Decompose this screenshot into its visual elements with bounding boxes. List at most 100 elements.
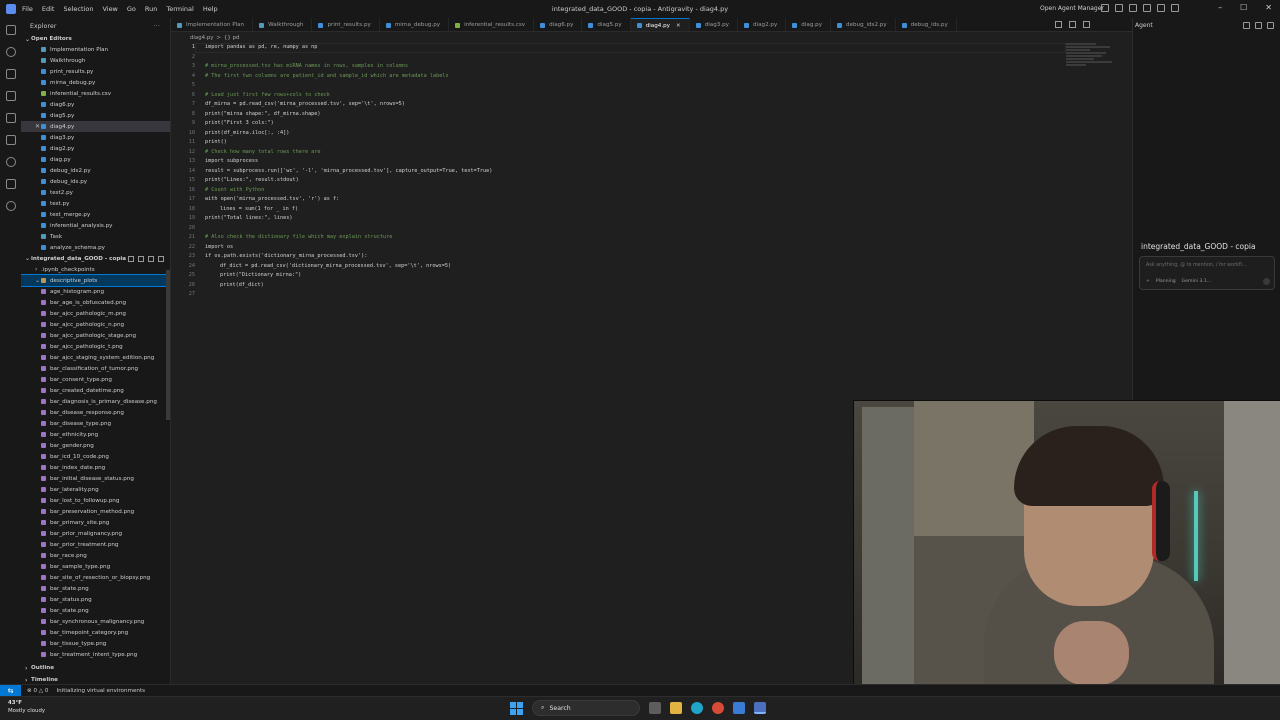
- plot-file-item[interactable]: bar_status.png: [21, 594, 170, 605]
- editor-tab[interactable]: debug_ids.py: [896, 18, 957, 31]
- editor-tab[interactable]: inferential_results.csv: [449, 18, 535, 31]
- code-line[interactable]: df_mirna = pd.read_csv('mirna_processed.…: [205, 100, 492, 110]
- source-control-icon[interactable]: [5, 69, 16, 79]
- breadcrumb-file[interactable]: diag4.py: [190, 35, 213, 41]
- code-line[interactable]: print(df_mirna.iloc[:, :4]): [205, 129, 492, 139]
- menu-edit[interactable]: Edit: [42, 5, 55, 13]
- plot-file-item[interactable]: bar_laterality.png: [21, 484, 170, 495]
- plot-file-item[interactable]: bar_primary_site.png: [21, 517, 170, 528]
- plot-file-item[interactable]: bar_state.png: [21, 605, 170, 616]
- code-line[interactable]: # The first two columns are patient_id a…: [205, 72, 492, 82]
- code-line[interactable]: # Also check the dictionary file which m…: [205, 233, 492, 243]
- open-editor-item[interactable]: debug_ids.py: [21, 176, 170, 187]
- code-line[interactable]: import subprocess: [205, 157, 492, 167]
- toggle-sidebar-icon[interactable]: [1101, 4, 1109, 12]
- history-icon[interactable]: [1255, 22, 1262, 29]
- new-chat-icon[interactable]: [1243, 22, 1250, 29]
- plot-file-item[interactable]: bar_gender.png: [21, 440, 170, 451]
- open-editor-item[interactable]: diag2.py: [21, 143, 170, 154]
- plot-file-item[interactable]: bar_synchronous_malignancy.png: [21, 616, 170, 627]
- open-editor-item[interactable]: test2.py: [21, 187, 170, 198]
- task-view-icon[interactable]: [649, 702, 661, 714]
- plot-file-item[interactable]: bar_ethnicity.png: [21, 429, 170, 440]
- code-line[interactable]: print("Total lines:", lines): [205, 214, 492, 224]
- menu-run[interactable]: Run: [145, 5, 157, 13]
- workspace-folder[interactable]: ⌄ integrated_data_GOOD - copia: [21, 253, 170, 264]
- open-editor-item[interactable]: Implementation Plan: [21, 44, 170, 55]
- open-editor-item[interactable]: Walkthrough: [21, 55, 170, 66]
- code-line[interactable]: lines = sum(1 for _ in f): [205, 205, 492, 215]
- open-editor-item[interactable]: diag6.py: [21, 99, 170, 110]
- code-line[interactable]: [205, 81, 492, 91]
- plot-file-item[interactable]: bar_consent_type.png: [21, 374, 170, 385]
- open-editor-item[interactable]: diag3.py: [21, 132, 170, 143]
- problems-indicator[interactable]: ⊗ 0 △ 0: [27, 688, 48, 694]
- code-line[interactable]: print("Lines:", result.stdout): [205, 176, 492, 186]
- code-content[interactable]: import pandas as pd, re, numpy as np # mi…: [205, 43, 492, 300]
- toggle-secondary-sidebar-icon[interactable]: [1129, 4, 1137, 12]
- code-line[interactable]: [205, 290, 492, 300]
- code-line[interactable]: # mirna_processed.tsv has miRNA names in…: [205, 62, 492, 72]
- plot-file-item[interactable]: bar_age_is_obfuscated.png: [21, 297, 170, 308]
- editor-tab[interactable]: Implementation Plan: [171, 18, 254, 31]
- menu-view[interactable]: View: [102, 5, 117, 13]
- accounts-icon[interactable]: [5, 201, 16, 211]
- open-editor-item[interactable]: analyze_schema.py: [21, 242, 170, 253]
- menu-selection[interactable]: Selection: [63, 5, 93, 13]
- extensions-icon[interactable]: [5, 135, 16, 145]
- plot-file-item[interactable]: bar_prior_treatment.png: [21, 539, 170, 550]
- plot-file-item[interactable]: bar_tissue_type.png: [21, 638, 170, 649]
- run-debug-icon[interactable]: [5, 91, 16, 101]
- close-window-icon[interactable]: ✕: [1265, 3, 1272, 12]
- editor-tab[interactable]: diag6.py: [534, 18, 583, 31]
- open-editor-item[interactable]: test.py: [21, 198, 170, 209]
- plot-file-item[interactable]: bar_treatment_intent_type.png: [21, 649, 170, 660]
- editor-tab[interactable]: Walkthrough: [253, 18, 313, 31]
- code-line[interactable]: # Check how many total rows there are: [205, 148, 492, 158]
- agent-chat-input[interactable]: Ask anything, @ to mention, / for workfl…: [1139, 256, 1275, 290]
- menu-terminal[interactable]: Terminal: [166, 5, 193, 13]
- descriptive-plots-folder[interactable]: ⌄ descriptive_plots: [21, 274, 170, 287]
- code-line[interactable]: print("mirna shape:", df_mirna.shape): [205, 110, 492, 120]
- plot-file-item[interactable]: bar_sample_type.png: [21, 561, 170, 572]
- new-folder-icon[interactable]: [138, 255, 144, 262]
- refresh-icon[interactable]: [148, 255, 154, 262]
- open-editor-item[interactable]: Task: [21, 231, 170, 242]
- code-line[interactable]: import os: [205, 243, 492, 253]
- code-line[interactable]: df_dict = pd.read_csv('dictionary_mirna_…: [205, 262, 492, 272]
- menu-go[interactable]: Go: [127, 5, 136, 13]
- testing-icon[interactable]: [5, 157, 16, 167]
- file-explorer-icon[interactable]: [670, 702, 682, 714]
- editor-tab[interactable]: mirna_debug.py: [380, 18, 450, 31]
- code-line[interactable]: print("Dictionary mirna:"): [205, 271, 492, 281]
- plot-file-item[interactable]: bar_ajcc_pathologic_stage.png: [21, 330, 170, 341]
- open-editor-item[interactable]: test_merge.py: [21, 209, 170, 220]
- open-editor-item[interactable]: ✕ diag4.py: [21, 121, 170, 132]
- collapse-all-icon[interactable]: [158, 255, 164, 262]
- search-icon[interactable]: [5, 47, 16, 57]
- code-line[interactable]: [205, 53, 492, 63]
- open-editor-item[interactable]: diag.py: [21, 154, 170, 165]
- open-agent-manager-button[interactable]: Open Agent Manager: [1040, 5, 1104, 12]
- plot-file-item[interactable]: bar_ajcc_pathologic_m.png: [21, 308, 170, 319]
- menu-file[interactable]: File: [22, 5, 33, 13]
- more-actions-icon[interactable]: [1267, 22, 1274, 29]
- plot-file-item[interactable]: bar_lost_to_followup.png: [21, 495, 170, 506]
- plot-file-item[interactable]: bar_state.png: [21, 583, 170, 594]
- remote-indicator-icon[interactable]: ⇆: [0, 684, 21, 697]
- send-icon[interactable]: [1263, 278, 1270, 285]
- code-line[interactable]: print(df_dict): [205, 281, 492, 291]
- code-line[interactable]: result = subprocess.run(['wc', '-l', 'mi…: [205, 167, 492, 177]
- outline-section[interactable]: › Outline: [21, 663, 171, 673]
- open-editors-section[interactable]: ⌄ Open Editors: [21, 34, 170, 44]
- checkpoints-folder[interactable]: › .ipynb_checkpoints: [21, 264, 170, 275]
- close-tab-icon[interactable]: ✕: [676, 23, 681, 29]
- run-file-icon[interactable]: [1055, 21, 1062, 28]
- plot-file-item[interactable]: bar_ajcc_staging_system_edition.png: [21, 352, 170, 363]
- plot-file-item[interactable]: bar_disease_type.png: [21, 418, 170, 429]
- minimize-icon[interactable]: –: [1218, 3, 1222, 12]
- code-line[interactable]: print("First 3 cols:"): [205, 119, 492, 129]
- new-file-icon[interactable]: [128, 255, 134, 262]
- remote-explorer-icon[interactable]: [5, 113, 16, 123]
- model-selector[interactable]: Gemini 3.1...: [1182, 279, 1211, 284]
